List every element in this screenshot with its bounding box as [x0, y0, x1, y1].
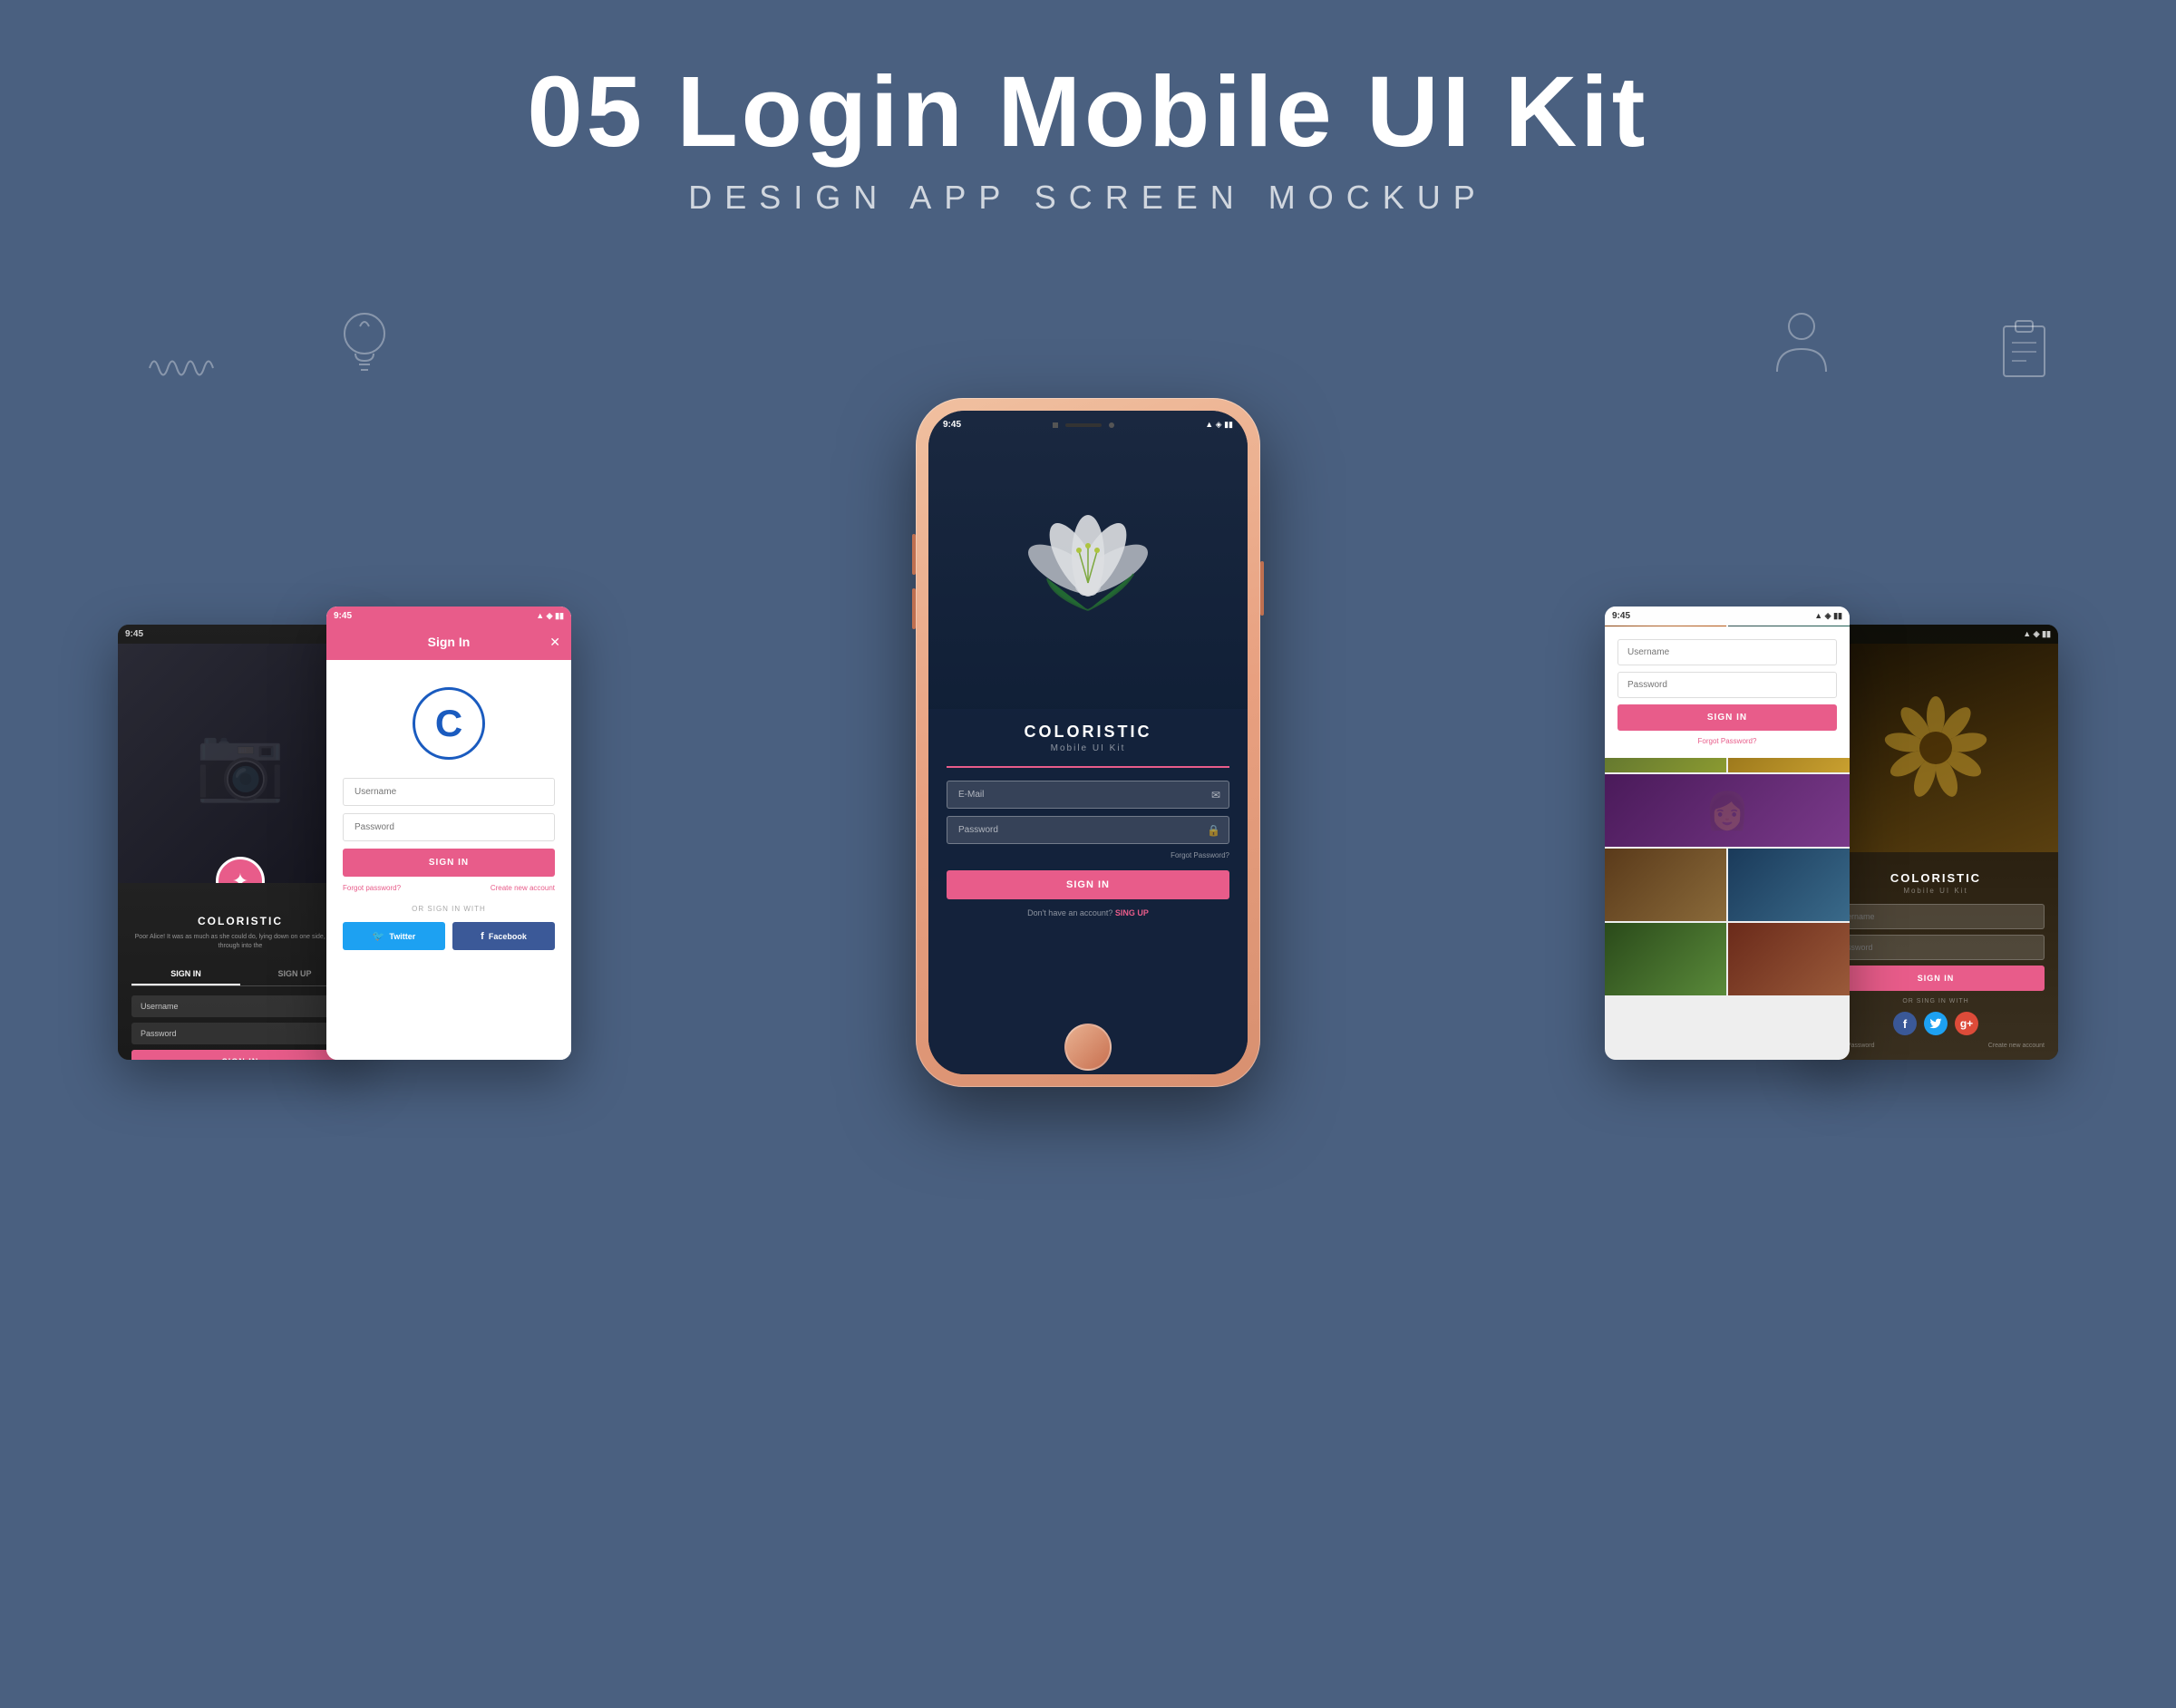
- screen3-login-panel: COLORISTIC Mobile UI Kit E-Mail ✉ Passwo…: [928, 709, 1248, 1074]
- grid-photo-5: 👩: [1605, 774, 1850, 847]
- screen2-forgot-link[interactable]: Forgot password?: [343, 884, 401, 892]
- grid-photo-7: [1728, 849, 1850, 921]
- screen3-divider: [947, 766, 1229, 768]
- screen2-username-input[interactable]: [343, 778, 555, 806]
- screen5-twitter-icon[interactable]: [1924, 1012, 1948, 1035]
- screen3-logo-text: COLORISTIC: [947, 723, 1229, 742]
- screen5-create-link[interactable]: Create new account: [1988, 1043, 2045, 1049]
- screen4-forgot-link[interactable]: Forgot Password?: [1617, 737, 1837, 745]
- header: 05 Login Mobile UI Kit DESIGN APP SCREEN…: [0, 0, 2176, 235]
- screen4-time: 9:45: [1612, 611, 1630, 621]
- screen2-facebook-btn[interactable]: f Facebook: [452, 922, 555, 950]
- screen3-password-input[interactable]: Password: [947, 816, 1229, 844]
- screen1-username-input[interactable]: Username: [131, 995, 349, 1017]
- iphone-home-button[interactable]: [1064, 1024, 1112, 1071]
- screen2-body: C SIGN IN Forgot password? Create new ac…: [326, 660, 571, 1060]
- screen5-social-row: f g+: [1827, 1012, 2045, 1035]
- screen3-signup-link[interactable]: SING UP: [1115, 908, 1149, 917]
- screen1-tagline: Poor Alice! It was as much as she could …: [131, 933, 349, 951]
- screen1-tab-signin[interactable]: SIGN IN: [131, 964, 240, 985]
- screen4-status-icons: ▲ ◈ ▮▮: [1814, 611, 1842, 621]
- screen5-username-input[interactable]: [1827, 904, 2045, 929]
- screen5-facebook-icon[interactable]: f: [1893, 1012, 1917, 1035]
- screen2-time: 9:45: [334, 611, 352, 621]
- screen2-twitter-btn[interactable]: 🐦 Twitter: [343, 922, 445, 950]
- screen2-title: Sign In: [428, 635, 471, 649]
- screen4-signin-btn[interactable]: SIGN IN: [1617, 704, 1837, 731]
- screen3-email-input[interactable]: E-Mail: [947, 781, 1229, 809]
- sunflower-svg: [1863, 689, 2008, 807]
- screen2-password-input[interactable]: [343, 813, 555, 841]
- screen4-password-input[interactable]: [1617, 672, 1837, 698]
- screens-container: 9:45 ▲ ◈ ▮▮ 📷 ✦ COLORISTIC Poor Alice! I…: [0, 208, 2176, 1114]
- screen2-status-icons: ▲ ◈ ▮▮: [536, 611, 564, 621]
- screen5-status-icons: ▲ ◈ ▮▮: [2023, 629, 2051, 639]
- email-icon: ✉: [1211, 789, 1220, 801]
- screen2-social-buttons: 🐦 Twitter f Facebook: [343, 922, 555, 950]
- volume-up-btn: [912, 534, 916, 575]
- screen1-time: 9:45: [125, 629, 143, 639]
- iphone-screen: 9:45 ▲ ◈ ▮▮: [928, 411, 1248, 1074]
- screen5-signin-btn[interactable]: SIGN IN: [1827, 966, 2045, 991]
- screen5-logo-text: COLORISTIC: [1827, 871, 2045, 885]
- screen2-create-link[interactable]: Create new account: [491, 884, 555, 892]
- screen1-password-input[interactable]: Password: [131, 1023, 349, 1044]
- twitter-bird-icon: 🐦: [373, 930, 385, 942]
- screen3-forgot-link[interactable]: Forgot Password?: [947, 851, 1229, 859]
- screen3-sub-text: Mobile UI Kit: [947, 743, 1229, 753]
- screen3-signup-text: Don't have an account? SING UP: [947, 908, 1229, 917]
- screen5-password-input[interactable]: [1827, 935, 2045, 960]
- screen5-sub-text: Mobile UI Kit: [1827, 887, 2045, 895]
- main-title: 05 Login Mobile UI Kit: [0, 54, 2176, 170]
- lock-icon: 🔒: [1207, 824, 1220, 837]
- screen5-bottom-panel: COLORISTIC Mobile UI Kit SIGN IN OR SING…: [1813, 860, 2058, 1060]
- screen3-status-icons: ▲ ◈ ▮▮: [1205, 420, 1233, 430]
- screen1-app-name: COLORISTIC: [131, 915, 349, 927]
- grid-photo-8: [1605, 923, 1726, 995]
- grid-photo-9: [1728, 923, 1850, 995]
- screen3-signin-btn[interactable]: SIGN IN: [947, 870, 1229, 899]
- screen2-or-label: OR SIGN IN WITH: [343, 905, 555, 913]
- screen3-time: 9:45: [943, 420, 961, 430]
- screen5-photo-bg: [1813, 644, 2058, 852]
- screen4: 9:45 ▲ ◈ ▮▮ 👤 👩: [1605, 607, 1850, 1060]
- screen2: 9:45 ▲ ◈ ▮▮ Sign In ✕ C SIGN IN Forgot p…: [326, 607, 571, 1060]
- screen5: 9:45 ▲ ◈ ▮▮: [1813, 625, 2058, 1060]
- screen5-bottom-links: !forgot Password Create new account: [1827, 1043, 2045, 1049]
- grid-photo-6: [1605, 849, 1726, 921]
- screen5-or-label: OR SING IN WITH: [1827, 998, 2045, 1004]
- screen2-logo: C: [413, 687, 485, 760]
- flower-svg: [997, 492, 1179, 674]
- volume-down-btn: [912, 588, 916, 629]
- screen3-iphone: 9:45 ▲ ◈ ▮▮: [916, 398, 1260, 1087]
- facebook-icon: f: [481, 931, 484, 942]
- screen2-signin-btn[interactable]: SIGN IN: [343, 849, 555, 877]
- screen2-close-icon[interactable]: ✕: [549, 635, 560, 650]
- screen5-google-icon[interactable]: g+: [1955, 1012, 1978, 1035]
- power-btn: [1260, 561, 1264, 616]
- camera-bg-icon: 📷: [195, 721, 286, 806]
- screen4-username-input[interactable]: [1617, 639, 1837, 665]
- screen1-signin-btn[interactable]: SIGN IN: [131, 1050, 349, 1060]
- screen4-signin-overlay: SIGN IN Forgot Password?: [1605, 626, 1850, 758]
- screen2-header: Sign In ✕: [326, 626, 571, 660]
